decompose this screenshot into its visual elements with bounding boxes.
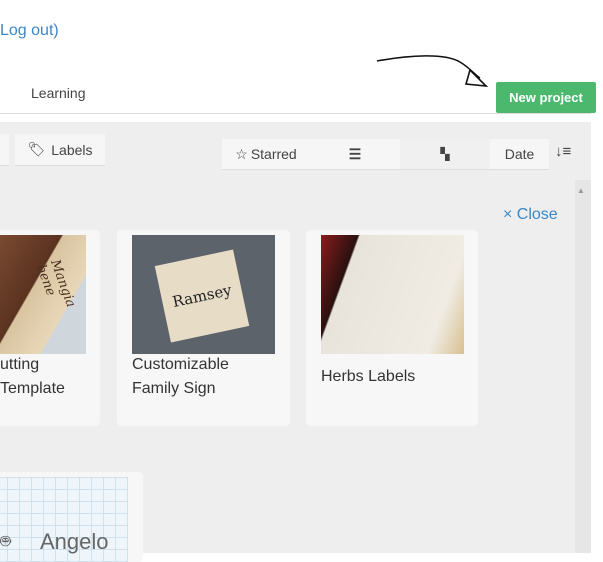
nav-learning[interactable]: Learning [31, 85, 86, 101]
thumbnail-lettering: Ramsey [170, 280, 234, 312]
divider [0, 113, 591, 114]
project-thumbnail: Ramsey [132, 235, 275, 354]
thumbnail-lettering: Mangia bene [32, 257, 79, 310]
star-icon: ☆ [235, 145, 248, 162]
project-card[interactable]: Mangia bene utting Template [0, 230, 100, 426]
project-title: Herbs Labels [321, 368, 416, 385]
close-link[interactable]: × Close [503, 206, 558, 224]
project-title: utting Template [0, 356, 65, 397]
scroll-up-arrow-icon[interactable]: ▲ [577, 186, 585, 195]
project-card[interactable]: Herbs Labels [306, 230, 478, 426]
grid-icon: ▚ [440, 147, 450, 161]
robot-icon: 🤖︎ [0, 531, 11, 551]
tag-icon: 🏷︎ [27, 141, 46, 157]
labels-label: Labels [51, 141, 93, 158]
scrollbar[interactable] [575, 180, 591, 553]
logout-link[interactable]: Log out) [0, 22, 59, 40]
project-thumbnail: 🤖︎ Angelo [0, 477, 128, 562]
list-view-button[interactable]: ☰ [310, 139, 400, 170]
starred-label: Starred [250, 146, 297, 162]
grid-view-button[interactable]: ▚ [400, 139, 490, 170]
labels-button[interactable]: 🏷︎ Labels [15, 134, 105, 166]
list-icon: ☰ [348, 145, 362, 162]
sort-by-date-button[interactable]: Date [490, 139, 549, 170]
starred-filter-button[interactable]: ☆ Starred [222, 139, 310, 170]
sort-order-icon[interactable]: ↓≡ [555, 143, 571, 160]
filter-button[interactable] [0, 134, 9, 166]
project-card[interactable]: 🤖︎ Angelo [0, 472, 143, 562]
project-thumbnail [321, 235, 464, 354]
hand-drawn-arrow-annotation [376, 55, 489, 88]
project-title: Angelo [40, 529, 109, 554]
new-project-button[interactable]: New project [496, 82, 596, 113]
project-thumbnail: Mangia bene [0, 235, 86, 354]
project-card[interactable]: Ramsey Customizable Family Sign [117, 230, 290, 426]
project-title: Customizable Family Sign [132, 356, 229, 397]
